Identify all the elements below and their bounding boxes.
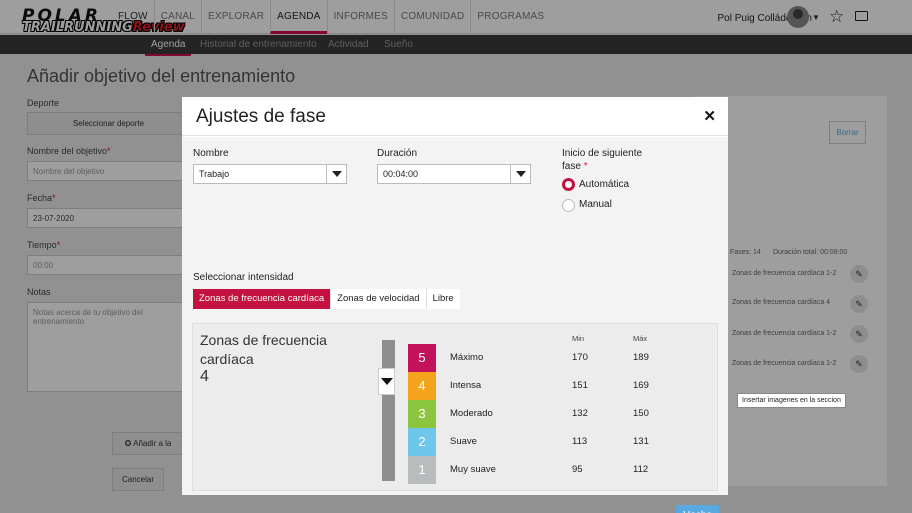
zone-name: Intensa [450,380,482,391]
zone-name: Moderado [450,408,493,419]
name-label: Nombre [193,148,229,159]
zone-min: 170 [572,352,588,363]
modal-title: Ajustes de fase [196,106,326,127]
zone-row[interactable]: 5 Máximo 170 189 [408,344,708,372]
duration-label: Duración [377,148,418,159]
zone-min: 113 [572,436,588,447]
radio-manual-label[interactable]: Manual [579,199,612,210]
intensity-label: Seleccionar intensidad [193,272,294,283]
next-phase-label: Inicio de siguiente fase * [562,148,643,172]
max-column-header: Máx [633,334,648,343]
zone-name: Muy suave [450,464,496,475]
zone-slider-track[interactable] [382,340,395,481]
radio-manual[interactable] [562,199,575,212]
zone-max: 131 [633,436,649,447]
zone-badge: 4 [408,372,436,400]
zone-row[interactable]: 4 Intensa 151 169 [408,372,708,400]
tab-speed-zones[interactable]: Zonas de velocidad [331,289,427,309]
modal-header: Ajustes de fase ✕ [182,97,728,136]
tab-free[interactable]: Libre [427,289,460,309]
zone-badge: 5 [408,344,436,372]
zone-max: 112 [633,464,649,475]
zone-badge: 2 [408,428,436,456]
phase-name-value: Trabajo [199,169,230,179]
zone-badge: 3 [408,400,436,428]
zone-max: 150 [633,408,649,419]
selected-zone-value: 4 [200,368,209,385]
phase-settings-modal: Ajustes de fase ✕ Nombre Trabajo Duració… [182,97,728,513]
phase-name-select[interactable]: Trabajo [193,164,347,184]
min-column-header: Min [572,334,585,343]
zone-name: Suave [450,436,477,447]
zone-row[interactable]: 3 Moderado 132 150 [408,400,708,428]
duration-select[interactable]: 00:04:00 [377,164,531,184]
radio-automatic-label[interactable]: Automática [579,179,629,190]
chevron-down-icon[interactable] [326,165,346,183]
zone-min: 132 [572,408,588,419]
zone-name: Máximo [450,352,484,363]
zone-row[interactable]: 1 Muy suave 95 112 [408,456,708,484]
zone-badge: 1 [408,456,436,484]
modal-body: Nombre Trabajo Duración 00:04:00 Inicio … [182,137,728,513]
zone-slider-handle[interactable] [378,368,395,395]
done-button[interactable]: Hecho [676,505,719,513]
zone-title: Zonas de frecuencia cardíaca [200,332,327,367]
radio-automatic[interactable] [562,178,575,191]
tooltip: Insertar imagenes en la seccion [737,393,846,408]
chevron-down-icon[interactable] [510,165,530,183]
tab-heart-rate-zones[interactable]: Zonas de frecuencia cardíaca [193,289,332,309]
zone-min: 95 [572,464,583,475]
zone-selector: Zonas de frecuencia cardíaca 4 Min Máx 5… [192,323,718,491]
duration-value: 00:04:00 [383,169,419,179]
close-icon[interactable]: ✕ [703,107,716,125]
zone-max: 169 [633,380,649,391]
intensity-tabs: Zonas de frecuencia cardíaca Zonas de ve… [193,289,460,309]
zone-max: 189 [633,352,649,363]
zone-min: 151 [572,380,588,391]
zone-row[interactable]: 2 Suave 113 131 [408,428,708,456]
